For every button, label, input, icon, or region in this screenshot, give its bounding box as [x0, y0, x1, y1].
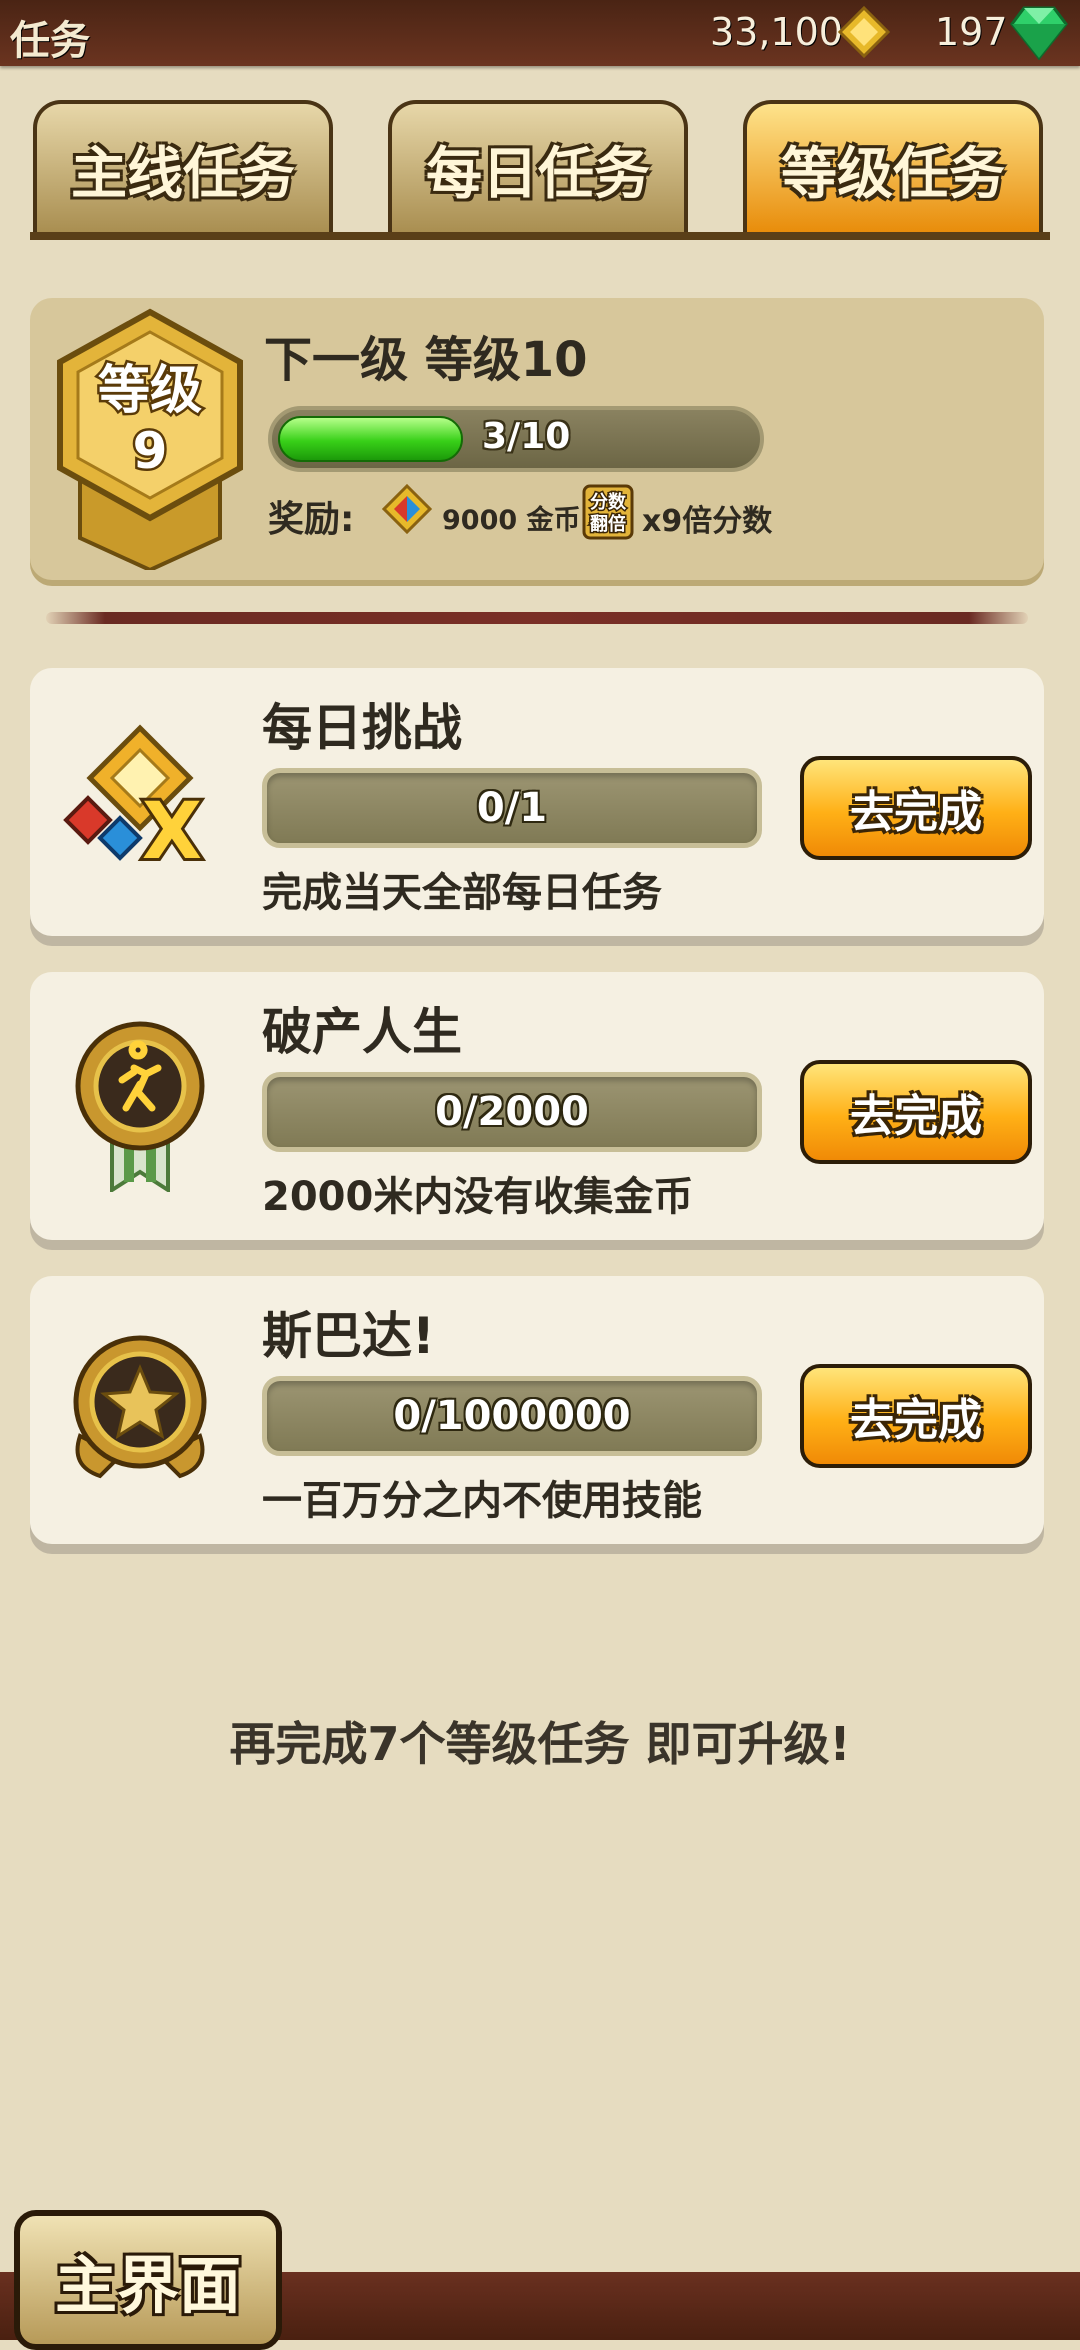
runner-medal-icon [75, 1021, 205, 1192]
svg-text:X: X [142, 787, 202, 877]
task-card: 斯巴达! 0/1000000 一百万分之内不使用技能 去完成 [30, 1276, 1044, 1544]
reward-label: 奖励: [268, 499, 355, 540]
coin-count: 33,100 [710, 10, 843, 54]
task-card: 破产人生 0/2000 2000米内没有收集金币 去完成 [30, 972, 1044, 1240]
badge-label: 等级 [98, 361, 202, 421]
task-progress-bar: 0/1000000 [262, 1376, 762, 1456]
task-description: 一百万分之内不使用技能 [262, 1478, 702, 1524]
tab-label: 等级任务 [781, 142, 1005, 207]
score-multiplier-icon: 分数 翻倍 [582, 484, 634, 540]
next-level-title: 下一级 等级10 [264, 332, 588, 388]
level-badge-icon: 等级 9 [57, 308, 243, 570]
page-title: 任务 [10, 18, 90, 64]
gem-icon [1010, 6, 1068, 60]
tab-main-quests[interactable]: 主线任务 [33, 100, 333, 235]
task-name: 每日挑战 [262, 699, 462, 757]
coin-reward-icon [382, 484, 432, 534]
go-complete-button[interactable]: 去完成 [800, 1060, 1032, 1164]
task-name: 斯巴达! [262, 1307, 435, 1365]
level-up-hint: 再完成7个等级任务 即可升级! [229, 1717, 851, 1771]
star-medal-icon [73, 1335, 207, 1479]
tab-underline [30, 232, 1050, 240]
task-progress-bar: 0/1 [262, 768, 762, 848]
task-progress-text: 0/1 [476, 785, 548, 831]
top-bar: 任务 33,100 197 [0, 0, 1080, 66]
reward-coins: 9000 金币 [442, 505, 581, 536]
task-progress-text: 0/1000000 [393, 1393, 631, 1439]
reward-multiplier: x9倍分数 [642, 504, 773, 539]
current-level: 9 [133, 422, 168, 480]
tab-label: 主线任务 [71, 142, 295, 207]
level-progress-bar: 3/10 [268, 406, 764, 472]
coin-icon [838, 6, 890, 58]
task-progress-bar: 0/2000 [262, 1072, 762, 1152]
task-card: X 每日挑战 0/1 完成当天全部每日任务 去完成 [30, 668, 1044, 936]
task-description: 2000米内没有收集金币 [262, 1174, 694, 1220]
gem-count: 197 [935, 10, 1008, 54]
tab-level-quests[interactable]: 等级任务 [743, 100, 1043, 235]
level-progress-text: 3/10 [482, 416, 571, 457]
home-button[interactable]: 主界面 [14, 2210, 282, 2350]
go-complete-button[interactable]: 去完成 [800, 756, 1032, 860]
mult-icon-text-1: 分数 [590, 491, 627, 513]
mult-icon-text-2: 翻倍 [590, 513, 626, 535]
go-complete-button[interactable]: 去完成 [800, 1364, 1032, 1468]
level-card: 等级 9 下一级 等级10 3/10 奖励: 9000 金币 分数 翻倍 x9倍… [30, 298, 1044, 580]
daily-challenge-icon: X [63, 724, 205, 880]
tab-daily-quests[interactable]: 每日任务 [388, 100, 688, 235]
tab-label: 每日任务 [426, 142, 650, 207]
task-name: 破产人生 [262, 1003, 462, 1061]
level-progress-fill [278, 416, 463, 462]
task-progress-text: 0/2000 [435, 1089, 589, 1135]
task-description: 完成当天全部每日任务 [262, 870, 662, 916]
divider [46, 612, 1028, 624]
